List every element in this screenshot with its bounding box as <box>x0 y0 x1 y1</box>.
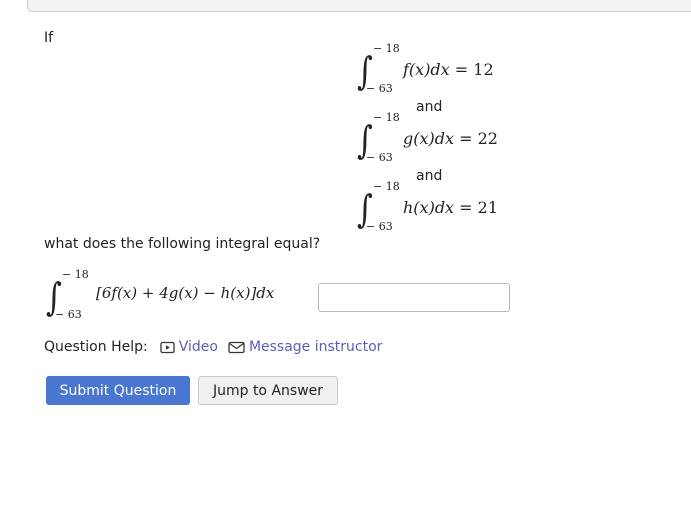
intro-text: If <box>44 30 54 46</box>
given-integral-h: ∫ − 18 − 63 h(x)dx = 21 <box>355 180 525 240</box>
connector-and: and <box>416 99 443 115</box>
upper-bound: − 18 <box>62 268 89 281</box>
jump-to-answer-button[interactable]: Jump to Answer <box>198 376 338 405</box>
lower-bound: − 63 <box>366 151 393 164</box>
answer-input[interactable] <box>318 283 510 312</box>
video-link[interactable]: Video <box>160 339 218 355</box>
video-icon <box>160 341 175 353</box>
lower-bound: − 63 <box>55 308 82 321</box>
question-help: Question Help: Video Message instructor <box>44 339 382 355</box>
question-text: what does the following integral equal? <box>44 236 321 252</box>
integrand: [6f(x) + 4g(x) − h(x)]dx <box>96 284 275 302</box>
lower-bound: − 63 <box>366 220 393 233</box>
integrand: g(x)dx = 22 <box>403 129 498 148</box>
help-label: Question Help: <box>44 339 148 355</box>
given-integral-g: ∫ − 18 − 63 g(x)dx = 22 <box>355 111 525 171</box>
submit-question-button[interactable]: Submit Question <box>46 376 190 405</box>
integrand: h(x)dx = 21 <box>403 198 499 217</box>
upper-bound: − 18 <box>373 180 400 193</box>
given-integral-f: ∫ − 18 − 63 f(x)dx = 12 <box>355 42 525 102</box>
upper-bound: − 18 <box>373 111 400 124</box>
integrand: f(x)dx = 12 <box>403 60 494 79</box>
connector-and: and <box>416 168 443 184</box>
mail-icon <box>228 341 245 353</box>
upper-bound: − 18 <box>373 42 400 55</box>
top-panel <box>27 0 691 12</box>
lower-bound: − 63 <box>366 82 393 95</box>
message-instructor-link[interactable]: Message instructor <box>228 339 382 355</box>
